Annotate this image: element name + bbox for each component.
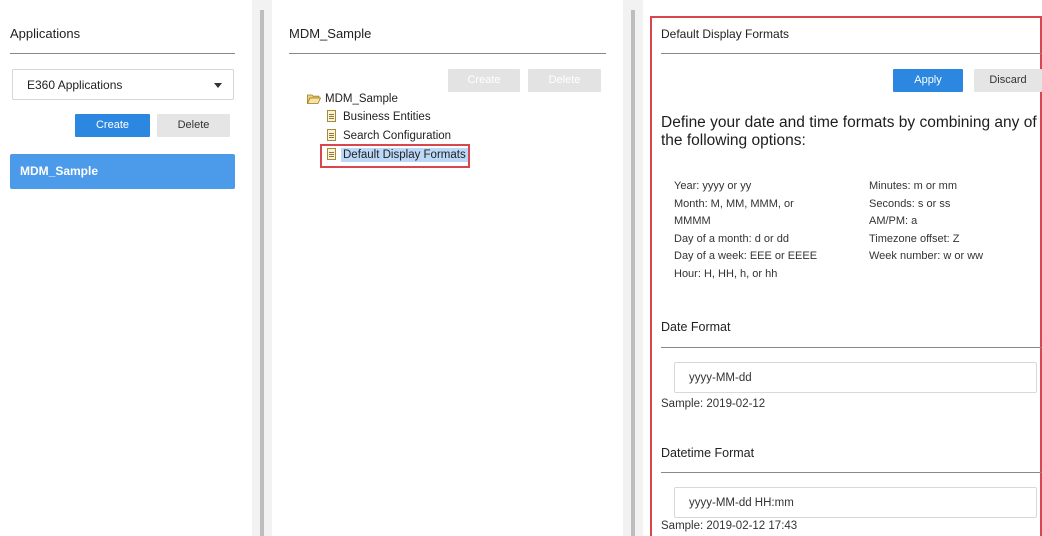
option-am-pm: AM/PM: a	[869, 215, 918, 227]
option-week-number: Week number: w or ww	[869, 250, 984, 262]
date-format-input-value: yyyy-MM-dd	[689, 372, 752, 384]
applications-title: Applications	[10, 26, 81, 41]
datetime-format-title: Datetime Format	[661, 446, 755, 460]
datetime-format-sample: Sample: 2019-02-12 17:43	[661, 520, 798, 532]
create-application-button[interactable]: Create	[75, 114, 150, 137]
open-folder-icon	[307, 94, 321, 104]
default-display-formats-panel: Default Display Formats Apply Discard De…	[643, 0, 1042, 536]
applications-divider	[10, 53, 235, 54]
date-format-title: Date Format	[661, 320, 731, 334]
option-month-cont: MMMM	[674, 215, 711, 227]
formats-instructions-heading: Define your date and time formats by com…	[661, 114, 1037, 149]
application-tree-title: MDM_Sample	[289, 26, 372, 41]
application-select-value: E360 Applications	[27, 78, 123, 92]
datetime-format-divider	[661, 472, 1042, 473]
tree-item-business-entities[interactable]: Business Entities	[343, 111, 431, 123]
discard-button[interactable]: Discard	[974, 69, 1042, 92]
apply-button[interactable]: Apply	[893, 69, 963, 92]
option-timezone-offset: Timezone offset: Z	[869, 232, 960, 245]
option-hour: Hour: H, HH, h, or hh	[674, 267, 778, 280]
panel-splitter-right[interactable]	[623, 0, 643, 536]
formats-title-divider	[661, 53, 1042, 54]
tree-root-mdm-sample[interactable]: MDM_Sample	[325, 93, 398, 105]
chevron-down-icon	[214, 83, 222, 88]
create-component-button[interactable]: Create	[448, 69, 520, 92]
option-day-of-week: Day of a week: EEE or EEEE	[674, 250, 818, 262]
applications-panel: Applications E360 Applications Create De…	[0, 0, 252, 536]
datetime-format-input[interactable]: yyyy-MM-dd HH:mm	[674, 487, 1037, 518]
application-select[interactable]: E360 Applications	[12, 69, 234, 100]
application-tree-divider	[289, 53, 606, 54]
delete-application-button[interactable]: Delete	[157, 114, 230, 137]
option-minutes: Minutes: m or mm	[869, 180, 958, 192]
option-seconds: Seconds: s or ss	[869, 197, 951, 210]
option-day-of-month: Day of a month: d or dd	[674, 232, 789, 245]
application-tree-panel: MDM_Sample Create Delete MDM_Sample Busi…	[272, 0, 623, 536]
panel-splitter-left[interactable]	[252, 0, 272, 536]
application-item-mdm-sample[interactable]: MDM_Sample	[10, 154, 235, 189]
highlight-annotation-box	[320, 144, 470, 168]
document-icon	[327, 110, 336, 122]
document-icon	[327, 129, 336, 141]
tree-item-search-configuration[interactable]: Search Configuration	[343, 130, 451, 142]
date-format-sample: Sample: 2019-02-12	[661, 398, 766, 410]
datetime-format-input-value: yyyy-MM-dd HH:mm	[689, 497, 794, 509]
date-format-input[interactable]: yyyy-MM-dd	[674, 362, 1037, 393]
option-year: Year: yyyy or yy	[674, 180, 752, 192]
option-month: Month: M, MM, MMM, or	[674, 197, 794, 210]
delete-component-button[interactable]: Delete	[528, 69, 601, 92]
date-format-divider	[661, 347, 1042, 348]
formats-panel-title: Default Display Formats	[661, 27, 790, 41]
